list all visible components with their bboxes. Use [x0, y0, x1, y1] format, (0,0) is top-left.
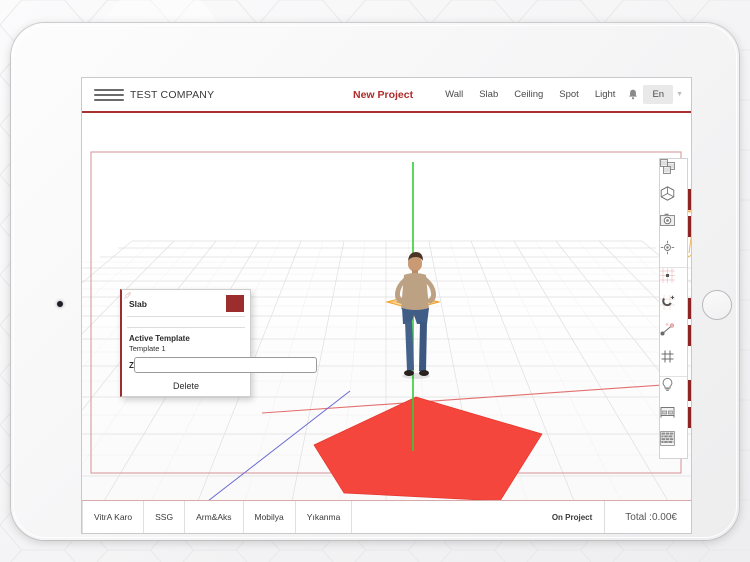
bottom-bar: VitrA Karo SSG Arm&Aks Mobilya Yıkanma O… — [82, 500, 691, 533]
brick-texture-icon[interactable] — [660, 431, 687, 458]
bell-icon[interactable] — [623, 89, 643, 100]
panel-body: Active Template Template 1 Z — [122, 328, 250, 377]
active-template-label: Active Template — [129, 334, 243, 343]
nav-item-ceiling[interactable]: Ceiling — [506, 85, 551, 104]
category-yikanma[interactable]: Yıkanma — [296, 501, 353, 533]
company-name: TEST COMPANY — [130, 89, 214, 101]
z-input[interactable] — [134, 357, 317, 373]
tablet-device-frame: TEST COMPANY New Project Wall Slab Ceili… — [11, 23, 739, 540]
header-nav: Wall Slab Ceiling Spot Light En ▼ — [437, 85, 683, 104]
hamburger-icon[interactable] — [94, 89, 124, 101]
tool-rail — [659, 158, 688, 459]
pattern-tool-icon[interactable] — [660, 159, 687, 186]
language-selector[interactable]: En — [643, 85, 673, 104]
total-price: Total :0.00€ — [605, 501, 691, 533]
category-arm-aks[interactable]: Arm&Aks — [185, 501, 243, 533]
nav-item-spot[interactable]: Spot — [551, 85, 587, 104]
hash-grid-icon[interactable] — [660, 349, 687, 376]
light-bulb-icon[interactable] — [660, 376, 687, 404]
delete-button[interactable]: Delete — [122, 377, 250, 396]
category-ssg[interactable]: SSG — [144, 501, 185, 533]
active-template-value: Template 1 — [129, 344, 243, 353]
cube-3d-view-icon[interactable] — [660, 186, 687, 213]
nav-item-light[interactable]: Light — [587, 85, 624, 104]
slab-properties-panel[interactable]: Slab Active Template Template 1 Z — [120, 289, 251, 397]
front-camera-icon — [57, 301, 63, 307]
app-header: TEST COMPANY New Project Wall Slab Ceili… — [82, 78, 691, 113]
pin-icon[interactable] — [226, 295, 244, 312]
project-name: New Project — [353, 89, 413, 101]
home-button[interactable] — [702, 290, 732, 320]
chevron-down-icon[interactable]: ▼ — [673, 91, 683, 98]
3d-viewport[interactable]: Slab Active Template Template 1 Z — [82, 113, 691, 501]
nav-item-wall[interactable]: Wall — [437, 85, 471, 104]
app-screen: TEST COMPANY New Project Wall Slab Ceili… — [82, 78, 691, 533]
on-project-button[interactable]: On Project — [540, 501, 605, 533]
category-vitra-karo[interactable]: VitrA Karo — [82, 501, 144, 533]
bottom-spacer — [352, 501, 539, 533]
target-pivot-icon[interactable] — [660, 240, 687, 267]
grid-snap-icon[interactable] — [660, 267, 687, 295]
measure-dimension-icon[interactable] — [660, 322, 687, 349]
furniture-icon[interactable] — [660, 404, 687, 431]
camera-render-icon[interactable] — [660, 213, 687, 240]
magnet-snap-icon[interactable] — [660, 295, 687, 322]
z-row: Z — [129, 357, 243, 373]
nav-item-slab[interactable]: Slab — [471, 85, 506, 104]
panel-header: Slab — [122, 290, 250, 316]
category-mobilya[interactable]: Mobilya — [244, 501, 296, 533]
